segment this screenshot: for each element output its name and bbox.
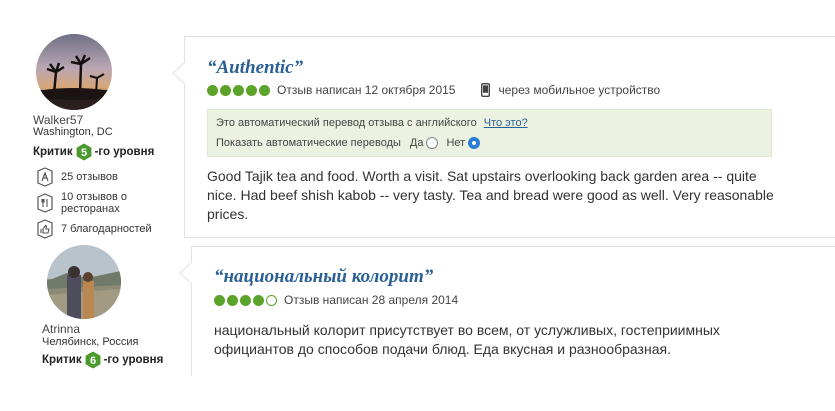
rating-bubbles <box>214 294 279 306</box>
review-meta: Отзыв написан 28 апреля 2014 <box>214 293 458 307</box>
review-meta: Отзыв написан 12 октября 2015 через моби… <box>207 83 660 97</box>
stat-restaurant-reviews[interactable]: 10 отзывов о ресторанах <box>36 191 156 215</box>
what-is-this-link[interactable]: Что это? <box>484 117 528 129</box>
translation-notice: Это автоматический перевод отзыва с англ… <box>216 117 477 129</box>
crop-mask <box>0 376 835 411</box>
reviewer-location: Washington, DC <box>33 126 113 138</box>
pencil-icon <box>36 167 54 187</box>
avatar-photo <box>36 34 112 110</box>
radio-yes[interactable] <box>426 137 439 149</box>
avatar[interactable] <box>47 245 121 319</box>
rating-bubble <box>227 294 238 306</box>
level-suffix: -го уровня <box>103 354 164 366</box>
show-translations-label: Показать автоматические переводы <box>216 137 401 149</box>
svg-text:5: 5 <box>81 147 87 159</box>
stat-thanks-text: 7 благодарностей <box>61 223 152 235</box>
yes-label: Да <box>409 137 424 149</box>
review-title[interactable]: “Authentic” <box>207 57 303 79</box>
level-suffix: -го уровня <box>94 146 155 158</box>
card-pointer <box>172 62 186 84</box>
rating-bubble <box>207 84 218 96</box>
level-prefix: Критик <box>33 146 73 158</box>
stat-reviews-text: 25 отзывов <box>61 171 118 183</box>
level-badge: 5 <box>75 143 93 161</box>
rating-bubbles <box>207 84 272 96</box>
level-badge: 6 <box>84 351 102 369</box>
svg-text:6: 6 <box>90 355 96 367</box>
avatar-photo <box>47 245 121 319</box>
via-mobile: через мобильное устройство <box>498 83 661 97</box>
review-text: национальный колорит присутствует во все… <box>214 322 720 357</box>
stat-restaurant-text: 10 отзывов о ресторанах <box>61 191 128 215</box>
rating-bubble <box>240 294 251 306</box>
reviewer-location: Челябинск, Россия <box>42 336 139 348</box>
reviewer-name[interactable]: Atrinna <box>42 322 80 336</box>
no-label: Нет <box>446 137 466 149</box>
rating-bubble <box>233 84 244 96</box>
fork-knife-icon <box>36 193 54 213</box>
translation-box: Это автоматический перевод отзыва с англ… <box>207 109 772 157</box>
review-date: Отзыв написан 28 апреля 2014 <box>284 293 459 307</box>
radio-no[interactable] <box>468 137 481 149</box>
review-title[interactable]: “национальный колорит” <box>214 266 433 288</box>
review-date: Отзыв написан 12 октября 2015 <box>277 83 456 97</box>
avatar[interactable] <box>36 34 112 110</box>
stat-thanks[interactable]: 7 благодарностей <box>36 219 152 239</box>
rating-bubble <box>214 294 225 306</box>
reviewer-level: Критик 5 -го уровня <box>33 143 154 161</box>
thumbs-up-icon <box>36 219 54 239</box>
rating-bubble <box>253 294 264 306</box>
reviewer-name[interactable]: Walker57 <box>33 113 83 127</box>
rating-bubble <box>246 84 257 96</box>
rating-bubble-empty <box>266 294 277 306</box>
stat-reviews[interactable]: 25 отзывов <box>36 167 118 187</box>
reviewer-level: Критик 6 -го уровня <box>42 351 163 369</box>
level-prefix: Критик <box>42 354 82 366</box>
card-pointer <box>179 262 193 284</box>
review-text: Good Tajik tea and food. Worth a visit. … <box>207 168 774 222</box>
rating-bubble <box>259 84 270 96</box>
mobile-icon <box>481 83 491 97</box>
rating-bubble <box>220 84 231 96</box>
